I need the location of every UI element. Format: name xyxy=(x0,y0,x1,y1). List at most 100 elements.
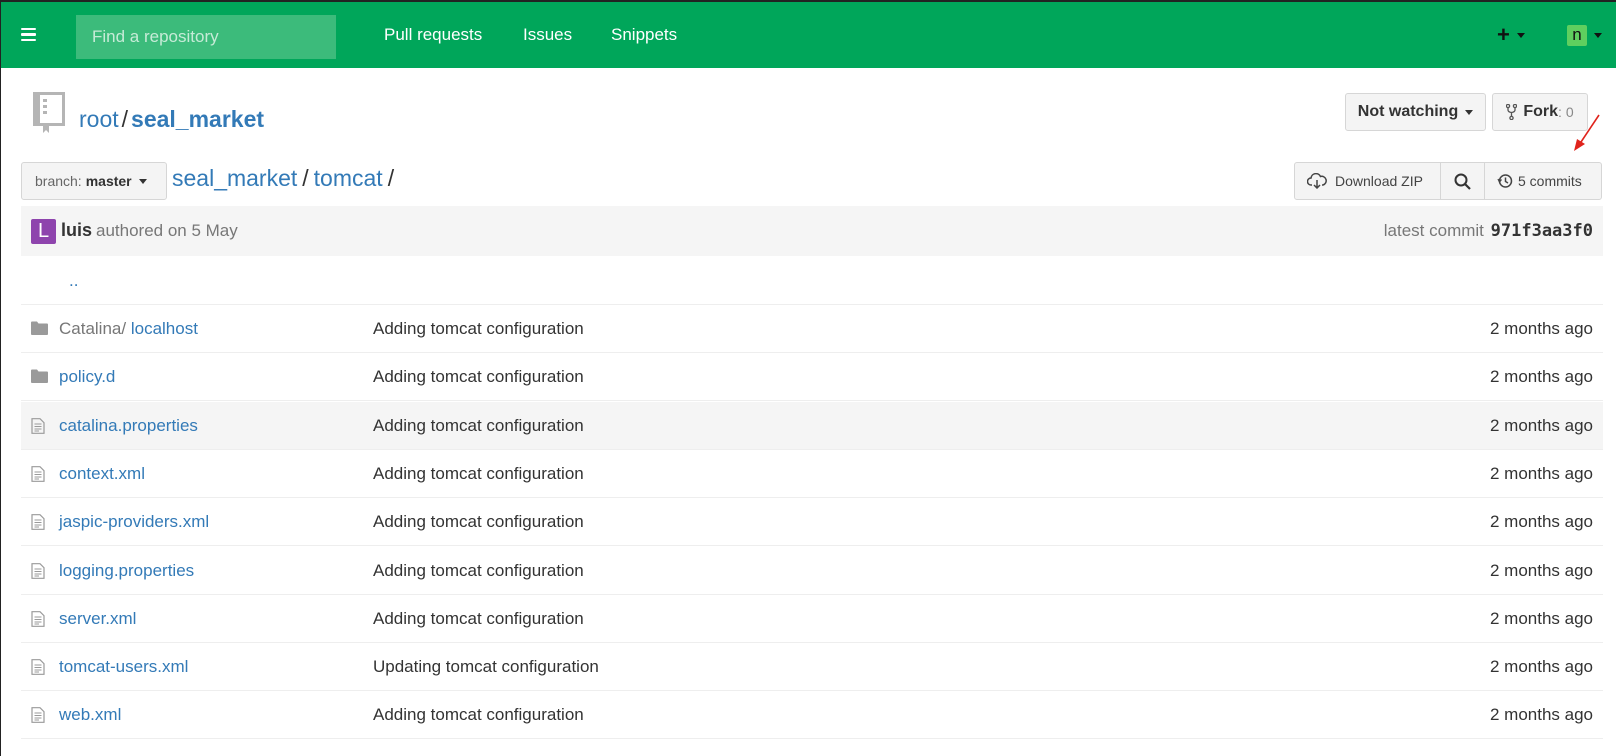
repository-title: root / seal_market xyxy=(79,106,264,133)
file-commit-message-link[interactable]: Adding tomcat configuration xyxy=(373,561,584,581)
commits-count-label: 5 commits xyxy=(1518,173,1582,189)
file-icon xyxy=(31,418,45,439)
file-name: localhost xyxy=(130,319,198,338)
watch-dropdown-button[interactable]: Not watching xyxy=(1345,93,1486,131)
plus-icon: + xyxy=(1497,22,1510,47)
repo-name-link[interactable]: seal_market xyxy=(131,106,264,132)
file-row[interactable]: policy.d Adding tomcat configuration 2 mon… xyxy=(21,353,1603,401)
download-zip-label: Download ZIP xyxy=(1335,173,1423,189)
hamburger-menu-icon[interactable] xyxy=(21,28,36,42)
file-row[interactable]: context.xml Adding tomcat configuration 2 … xyxy=(21,450,1603,498)
file-row[interactable]: Catalina/ localhost Adding tomcat configu… xyxy=(21,305,1603,353)
file-age: 2 months ago xyxy=(1489,657,1593,676)
file-name-link[interactable]: jaspic-providers.xml xyxy=(59,512,209,532)
caret-down-icon xyxy=(1516,32,1525,38)
repository-icon xyxy=(33,92,65,139)
file-row[interactable]: web.xml Adding tomcat configuration 2 mont… xyxy=(21,691,1603,739)
breadcrumb-folder-link[interactable]: tomcat xyxy=(314,165,383,191)
file-icon xyxy=(31,611,45,632)
file-name-link[interactable]: web.xml xyxy=(59,705,121,725)
file-name: logging.properties xyxy=(59,561,195,580)
file-name-link[interactable]: server.xml xyxy=(59,609,136,629)
path-breadcrumb: seal_market / tomcat / xyxy=(172,165,399,192)
latest-commit-info: latest commit 971f3aa3f0 xyxy=(1384,221,1593,241)
file-icon xyxy=(31,563,45,584)
file-age: 2 months ago xyxy=(1489,512,1593,531)
file-commit-message-link[interactable]: Adding tomcat configuration xyxy=(373,367,584,387)
folder-icon xyxy=(31,369,48,388)
repository-search-input[interactable] xyxy=(76,15,336,59)
file-row[interactable]: catalina.properties Adding tomcat configu… xyxy=(21,402,1603,450)
breadcrumb-separator: / xyxy=(387,165,395,191)
cloud-download-icon xyxy=(1307,173,1327,189)
breadcrumb-separator: / xyxy=(302,165,309,191)
latest-commit-label: latest commit xyxy=(1383,221,1484,240)
watch-label: Not watching xyxy=(1357,103,1459,120)
file-name-link[interactable]: catalina.properties xyxy=(59,416,198,436)
branch-prefix: branch: xyxy=(35,173,82,189)
download-zip-button[interactable]: Download ZIP xyxy=(1295,163,1441,199)
branch-name: master xyxy=(85,173,132,189)
commit-hash-link[interactable]: 971f3aa3f0 xyxy=(1491,221,1593,241)
file-name: web.xml xyxy=(59,705,122,724)
file-name: context.xml xyxy=(59,464,145,483)
search-icon xyxy=(1454,173,1471,190)
parent-directory-row: .. xyxy=(21,256,1603,305)
file-icon xyxy=(31,659,45,680)
create-new-dropdown[interactable]: + xyxy=(1497,22,1525,48)
file-name-link[interactable]: tomcat-users.xml xyxy=(59,657,188,677)
file-age: 2 months ago xyxy=(1489,367,1593,386)
file-age: 2 months ago xyxy=(1489,464,1593,483)
file-name-link[interactable]: context.xml xyxy=(59,464,145,484)
search-files-button[interactable] xyxy=(1441,163,1485,199)
file-row[interactable]: logging.properties Adding tomcat configur… xyxy=(21,547,1603,595)
file-name-link[interactable]: Catalina/ localhost xyxy=(59,319,198,339)
file-age: 2 months ago xyxy=(1489,705,1593,724)
file-commit-message-link[interactable]: Adding tomcat configuration xyxy=(373,705,584,725)
caret-down-icon xyxy=(138,178,147,184)
folder-icon xyxy=(31,321,48,340)
history-icon xyxy=(1497,173,1513,189)
breadcrumb-repo-link[interactable]: seal_market xyxy=(172,165,297,191)
file-name-link[interactable]: policy.d xyxy=(59,367,115,387)
file-icon xyxy=(31,707,45,728)
latest-commit-bar: L luis authored on 5 May latest commit 9… xyxy=(21,206,1603,256)
file-name: jaspic-providers.xml xyxy=(59,512,210,531)
file-commit-message-link[interactable]: Adding tomcat configuration xyxy=(373,609,584,629)
branch-selector[interactable]: branch: master xyxy=(21,162,167,200)
user-menu-dropdown[interactable]: n xyxy=(1567,25,1602,46)
repo-owner-link[interactable]: root xyxy=(79,106,119,132)
file-commit-message-link[interactable]: Adding tomcat configuration xyxy=(373,512,584,532)
file-commit-message-link[interactable]: Adding tomcat configuration xyxy=(373,416,584,436)
file-name: server.xml xyxy=(59,609,137,628)
nav-pull-requests[interactable]: Pull requests xyxy=(384,25,482,45)
file-name-link[interactable]: logging.properties xyxy=(59,561,194,581)
commits-button[interactable]: 5 commits xyxy=(1485,163,1601,199)
commit-authored-date: authored on 5 May xyxy=(96,221,238,240)
file-name: policy.d xyxy=(59,367,116,386)
file-commit-message-link[interactable]: Adding tomcat configuration xyxy=(373,464,584,484)
file-path-prefix: Catalina/ xyxy=(59,319,127,338)
top-navbar: Pull requests Issues Snippets + n xyxy=(1,2,1616,68)
caret-down-icon xyxy=(1594,33,1602,38)
file-age: 2 months ago xyxy=(1489,561,1593,580)
commit-author-link[interactable]: luis xyxy=(61,220,92,241)
file-row[interactable]: server.xml Adding tomcat configuration 2 m… xyxy=(21,595,1603,643)
file-row[interactable]: tomcat-users.xml Updating tomcat configur… xyxy=(21,643,1603,691)
file-icon xyxy=(31,514,45,535)
parent-directory-link[interactable]: .. xyxy=(69,271,78,291)
fork-label: Fork xyxy=(1523,103,1559,120)
fork-icon xyxy=(1506,104,1518,120)
repo-actions-group: Download ZIP 5 commits xyxy=(1294,162,1602,200)
file-age: 2 months ago xyxy=(1489,319,1593,338)
file-name: catalina.properties xyxy=(59,416,198,435)
nav-issues[interactable]: Issues xyxy=(523,25,572,45)
file-commit-message-link[interactable]: Updating tomcat configuration xyxy=(373,657,599,677)
nav-snippets[interactable]: Snippets xyxy=(611,25,677,45)
file-icon xyxy=(31,466,45,487)
file-commit-message-link[interactable]: Adding tomcat configuration xyxy=(373,319,584,339)
user-avatar: n xyxy=(1567,25,1587,46)
file-row[interactable]: jaspic-providers.xml Adding tomcat config… xyxy=(21,498,1603,546)
author-avatar: L xyxy=(31,219,56,244)
file-name: tomcat-users.xml xyxy=(59,657,189,676)
